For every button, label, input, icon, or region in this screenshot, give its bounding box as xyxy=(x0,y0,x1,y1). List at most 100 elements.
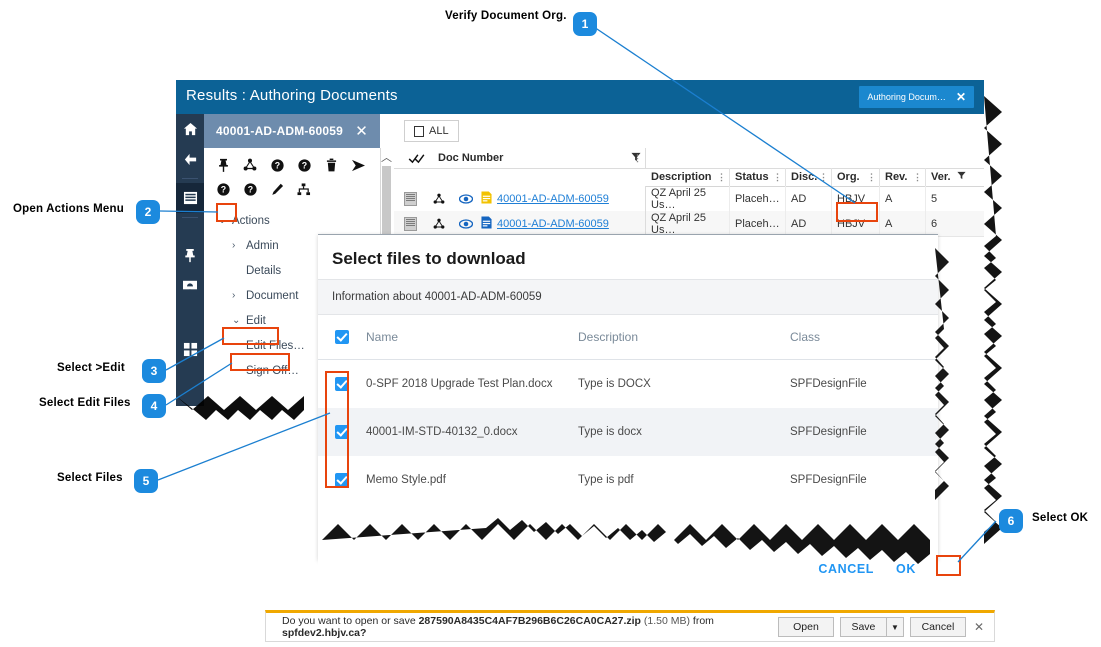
all-button-label: ALL xyxy=(429,125,449,137)
select-all-checkbox[interactable] xyxy=(318,330,366,344)
column-menu-icon[interactable]: ⋮ xyxy=(819,172,828,183)
sidebar-item-actions-list[interactable] xyxy=(176,183,204,213)
column-class: Class xyxy=(790,330,821,344)
grid-column-disc[interactable]: Disc. ⋮ xyxy=(786,168,832,186)
preview-eye-icon[interactable] xyxy=(450,186,476,211)
column-menu-icon[interactable]: ⋮ xyxy=(633,153,642,164)
grid-column-status[interactable]: Status ⋮ xyxy=(730,168,786,186)
doc-number-link[interactable]: 40001-AD-ADM-60059 xyxy=(497,218,609,230)
home-icon[interactable] xyxy=(176,114,204,144)
cancel-button[interactable]: Cancel xyxy=(909,617,966,637)
sidebar-item-label: Details xyxy=(246,264,282,277)
column-menu-icon[interactable]: ⋮ xyxy=(717,172,726,183)
column-name: Name xyxy=(366,330,399,344)
file-row[interactable]: Memo Style.pdf Type is pdf SPFDesignFile xyxy=(318,456,938,504)
close-icon[interactable]: ✕ xyxy=(355,122,368,140)
grid-subheader-row: Description ⋮ Status ⋮ Disc. ⋮ Org. ⋮ Rev. ⋮ … xyxy=(646,168,984,187)
annotation-badge-5: 5 xyxy=(134,469,158,493)
row-menu-button[interactable] xyxy=(394,186,422,211)
chevron-right-icon: › xyxy=(232,290,236,301)
cell-description: QZ April 25 Us… xyxy=(646,211,730,236)
svg-text:?: ? xyxy=(301,160,306,170)
column-menu-icon[interactable]: ⋮ xyxy=(913,172,922,183)
authoring-documents-chip[interactable]: Authoring Docum… ✕ xyxy=(859,86,974,108)
tab-document-40001[interactable]: 40001-AD-ADM-60059 ✕ xyxy=(204,114,380,148)
grid-column-rev[interactable]: Rev. ⋮ xyxy=(880,168,926,186)
scrollbar-thumb[interactable] xyxy=(382,166,391,238)
table-row[interactable]: 40001-AD-ADM-60059 QZ April 25 Us… Place… xyxy=(394,186,984,212)
pin-icon[interactable] xyxy=(210,154,236,176)
row-menu-button[interactable] xyxy=(394,211,422,236)
save-button[interactable]: Save xyxy=(839,617,886,637)
file-row[interactable]: 40001-IM-STD-40132_0.docx Type is docx S… xyxy=(318,408,938,456)
file-class: SPFDesignFile xyxy=(790,378,867,390)
file-row[interactable]: 0-SPF 2018 Upgrade Test Plan.docx Type i… xyxy=(318,360,938,408)
doc-number-cell[interactable]: 40001-AD-ADM-60059 xyxy=(476,211,646,236)
sidebar-item-label: Document xyxy=(246,289,299,302)
open-button[interactable]: Open xyxy=(777,617,834,637)
cancel-button[interactable]: CANCEL xyxy=(818,562,874,576)
cell-disc: AD xyxy=(786,186,832,211)
rail-divider-2 xyxy=(182,217,198,218)
scroll-up-icon[interactable]: ︿ xyxy=(380,152,393,164)
pin-rail-icon[interactable] xyxy=(176,240,204,270)
grid-column-ver[interactable]: Ver. xyxy=(926,168,984,186)
svg-text:?: ? xyxy=(220,184,225,194)
share-node-icon[interactable] xyxy=(422,211,450,236)
column-menu-icon[interactable]: ⋮ xyxy=(867,172,876,183)
share-node-icon[interactable] xyxy=(422,186,450,211)
svg-text:?: ? xyxy=(274,160,279,170)
annotation-label-4: Select Edit Files xyxy=(39,397,131,409)
back-arrow-icon[interactable] xyxy=(176,144,204,174)
file-name: 0-SPF 2018 Upgrade Test Plan.docx xyxy=(366,378,553,390)
help-circle-2-icon[interactable]: ? xyxy=(291,154,317,176)
double-check-icon[interactable] xyxy=(394,153,438,164)
doc-number-cell[interactable]: 40001-AD-ADM-60059 xyxy=(476,186,646,211)
actions-menu-root-label: Actions xyxy=(232,214,270,227)
download-size: (1.50 MB) xyxy=(640,615,693,627)
inbox-icon[interactable] xyxy=(176,270,204,300)
grid-header-row: Doc Number ⋮ xyxy=(394,148,984,169)
send-arrow-icon[interactable] xyxy=(345,154,371,176)
left-nav-rail xyxy=(176,114,204,406)
sidebar-item-label: Admin xyxy=(246,239,279,252)
row-actions-icon[interactable] xyxy=(404,216,417,231)
cell-disc: AD xyxy=(786,211,832,236)
grid-column-org[interactable]: Org. ⋮ xyxy=(832,168,880,186)
help-circle-3-icon[interactable]: ? xyxy=(210,178,236,200)
row-actions-icon[interactable] xyxy=(404,191,417,206)
pencil-icon[interactable] xyxy=(264,178,290,200)
tab-label: 40001-AD-ADM-60059 xyxy=(216,124,343,138)
grid-column-doc-number[interactable]: Doc Number xyxy=(438,152,631,164)
file-table-header: Name Description Class xyxy=(318,315,938,360)
sidebar-item-label: Edit xyxy=(246,314,266,327)
file-icon xyxy=(481,191,492,207)
close-icon[interactable]: ✕ xyxy=(972,620,994,634)
all-filter-button[interactable]: ALL xyxy=(404,120,459,142)
close-icon[interactable]: ✕ xyxy=(956,91,966,103)
ok-button[interactable]: OK xyxy=(896,562,916,576)
results-grid: Doc Number ⋮ Description ⋮ Status ⋮ Disc. ⋮… xyxy=(394,148,984,237)
cell-ver: 5 xyxy=(931,192,938,205)
annotation-label-6: Select OK xyxy=(1032,512,1089,524)
chevron-down-icon[interactable]: ▼ xyxy=(885,617,904,637)
from-word: from xyxy=(692,615,714,627)
column-menu-icon[interactable]: ⋮ xyxy=(773,172,782,183)
rail-divider xyxy=(182,178,198,179)
dashboard-grid-icon[interactable] xyxy=(176,334,204,364)
help-circle-icon[interactable]: ? xyxy=(264,154,290,176)
help-circle-4-icon[interactable]: ? xyxy=(237,178,263,200)
preview-eye-icon[interactable] xyxy=(450,211,476,236)
trash-icon[interactable] xyxy=(318,154,344,176)
annotation-badge-2: 2 xyxy=(136,200,160,224)
file-class: SPFDesignFile xyxy=(790,474,867,486)
doc-number-link[interactable]: 40001-AD-ADM-60059 xyxy=(497,193,609,205)
grid-column-description[interactable]: Description ⋮ xyxy=(646,168,730,186)
actions-toolbar: ? ? ? ? xyxy=(204,148,380,204)
file-description: Type is DOCX xyxy=(578,378,651,390)
hierarchy-icon[interactable] xyxy=(291,178,317,200)
share-node-icon[interactable] xyxy=(237,154,263,176)
filter-icon[interactable] xyxy=(956,171,966,183)
save-split-button[interactable]: Save ▼ xyxy=(839,617,904,637)
file-description: Type is pdf xyxy=(578,474,634,486)
